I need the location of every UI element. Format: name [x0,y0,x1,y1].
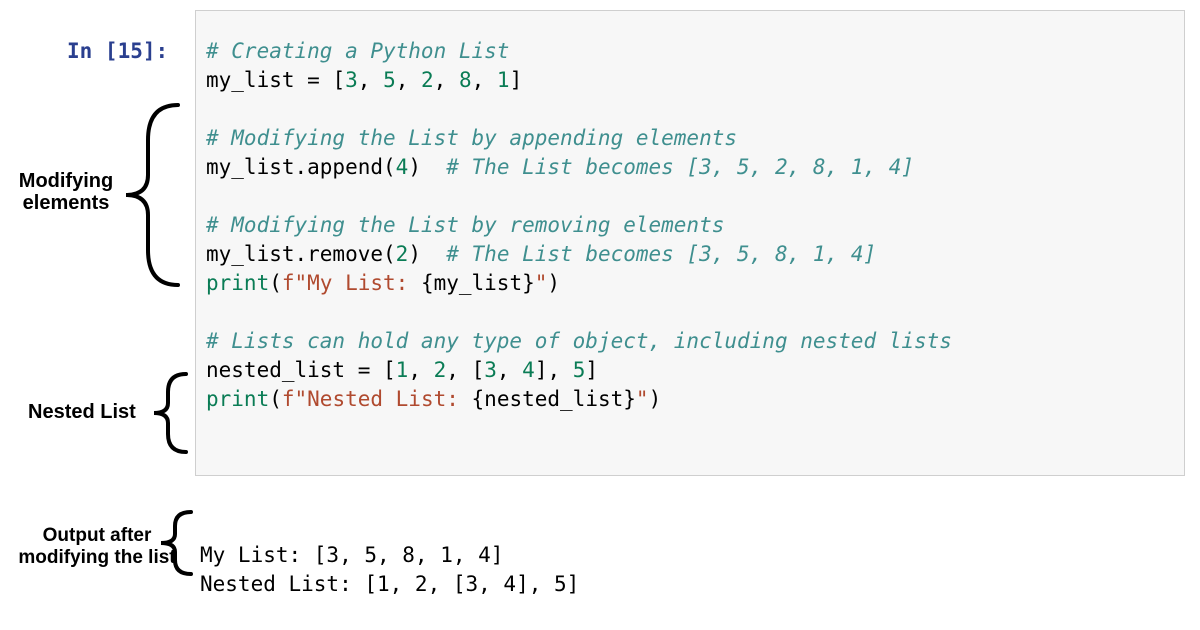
annotation-modifying-elements: Modifying elements [16,170,116,214]
code-text: {nested_list} [472,387,636,411]
code-number: 8 [459,68,472,92]
code-number: 3 [345,68,358,92]
code-text: {my_list} [421,271,535,295]
code-text: my_list.append( [206,155,396,179]
code-number: 3 [484,358,497,382]
code-number: 2 [421,68,434,92]
annotation-nested-list: Nested List [28,401,136,424]
code-number: 5 [383,68,396,92]
code-builtin: print [206,387,269,411]
code-block[interactable]: # Creating a Python List my_list = [3, 5… [206,37,1174,414]
code-text: [ [320,68,345,92]
output-line: Nested List: [1, 2, [3, 4], 5] [200,572,579,596]
code-comment: # Modifying the List by appending elemen… [206,126,737,150]
code-text: ], [535,358,573,382]
code-string: " [636,387,649,411]
code-text: ) [408,242,446,266]
code-comment: # Lists can hold any type of object, inc… [206,329,952,353]
code-number: 1 [396,358,409,382]
code-builtin: print [206,271,269,295]
code-text: , [497,358,522,382]
code-number: 4 [522,358,535,382]
code-string: f"My List: [282,271,421,295]
code-number: 2 [396,242,409,266]
code-text: nested_list [206,358,358,382]
brace-icon [157,508,199,578]
code-text: ) [649,387,662,411]
code-text: = [358,358,371,382]
code-text: ( [269,387,282,411]
code-text: , [396,68,421,92]
code-text: ) [547,271,560,295]
input-prompt: In [15]: [67,37,168,66]
code-text: ] [510,68,523,92]
code-number: 2 [434,358,447,382]
code-text: , [434,68,459,92]
output-line: My List: [3, 5, 8, 1, 4] [200,543,503,567]
input-cell[interactable]: # Creating a Python List my_list = [3, 5… [195,10,1185,476]
code-text: , [472,68,497,92]
code-text: my_list [206,68,307,92]
code-text: , [408,358,433,382]
code-text: ( [269,271,282,295]
brace-icon [150,370,194,456]
code-comment: # Modifying the List by removing element… [206,213,724,237]
code-text: , [358,68,383,92]
code-text: ) [408,155,446,179]
brace-icon [118,100,190,290]
code-comment: # Creating a Python List [206,39,509,63]
output-block: My List: [3, 5, 8, 1, 4] Nested List: [1… [200,541,579,599]
code-number: 1 [497,68,510,92]
code-text: my_list.remove( [206,242,396,266]
code-string: " [535,271,548,295]
code-text: = [307,68,320,92]
code-number: 4 [396,155,409,179]
code-string: f"Nested List: [282,387,472,411]
code-text: ] [585,358,598,382]
code-text: , [ [446,358,484,382]
code-number: 5 [573,358,586,382]
code-comment: # The List becomes [3, 5, 8, 1, 4] [446,242,876,266]
code-comment: # The List becomes [3, 5, 2, 8, 1, 4] [446,155,914,179]
code-text: [ [370,358,395,382]
